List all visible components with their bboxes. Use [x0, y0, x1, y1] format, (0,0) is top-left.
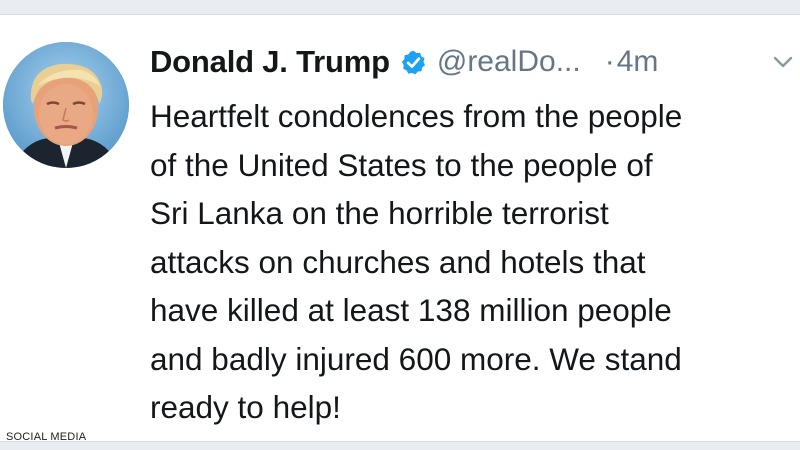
verified-badge-icon [400, 49, 427, 76]
tweet-line: ready to help! [150, 389, 341, 425]
tweet-line: Sri Lanka on the horrible terrorist [150, 195, 609, 231]
tweet-screenshot: Donald J. Trump @realDo... · 4m Heartfel… [0, 0, 800, 450]
profile-photo-icon [3, 42, 129, 168]
tweet-line: attacks on churches and hotels that [150, 243, 646, 280]
tweet-header: Donald J. Trump @realDo... · 4m [150, 40, 658, 84]
tweet-line: have killed at least 138 million people [150, 292, 672, 328]
tweet-line: of the United States to the people of [150, 146, 653, 183]
timestamp[interactable]: 4m [617, 45, 659, 79]
user-handle[interactable]: @realDo... [437, 45, 581, 79]
display-name[interactable]: Donald J. Trump [150, 44, 390, 80]
avatar[interactable] [3, 42, 129, 168]
tweet-body: Heartfelt condolences from the people of… [150, 92, 800, 432]
tweet-line: Heartfelt condolences from the people [150, 98, 683, 134]
chevron-down-icon[interactable] [772, 51, 794, 73]
top-divider [0, 0, 800, 15]
separator-dot: · [604, 45, 615, 78]
bottom-divider [0, 441, 800, 450]
tweet-line: and badly injured 600 more. We stand [150, 340, 682, 377]
